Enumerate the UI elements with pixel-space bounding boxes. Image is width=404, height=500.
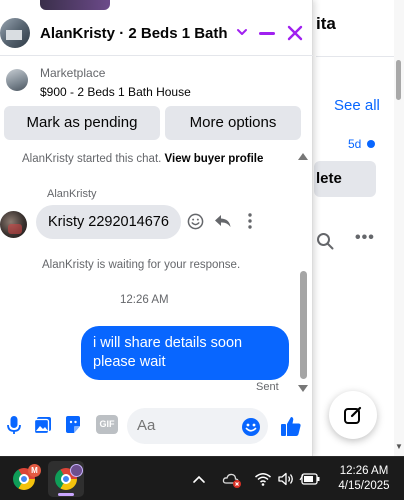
compose-icon xyxy=(344,406,362,424)
profile-badge: M xyxy=(28,464,41,477)
message-scrollbar-thumb[interactable] xyxy=(300,271,307,379)
outgoing-message[interactable]: i will share details soon please wait xyxy=(81,326,289,380)
more-options-icon[interactable]: ••• xyxy=(355,229,375,247)
listing-name[interactable]: $900 - 2 Beds 1 Bath House xyxy=(40,85,191,99)
more-options-button[interactable]: More options xyxy=(165,106,301,140)
photo-icon[interactable] xyxy=(33,414,53,436)
waiting-notice: AlanKristy is waiting for your response. xyxy=(42,259,241,271)
clock-time: 12:26 AM xyxy=(339,465,389,477)
reply-icon[interactable] xyxy=(214,213,232,229)
taskbar-chrome-app[interactable]: M xyxy=(6,461,42,497)
smiley-react-icon[interactable] xyxy=(187,213,204,230)
chevron-down-icon[interactable] xyxy=(234,24,250,40)
chat-started-text: AlanKristy started this chat. xyxy=(22,153,162,165)
chat-avatar[interactable] xyxy=(0,18,30,48)
avatar[interactable] xyxy=(0,211,27,238)
background-age: 5d xyxy=(348,137,362,151)
page-scroll-down-arrow[interactable]: ▼ xyxy=(395,442,403,451)
active-indicator xyxy=(58,493,74,496)
minimize-icon[interactable] xyxy=(259,32,275,35)
like-icon[interactable] xyxy=(280,415,302,437)
unread-dot xyxy=(367,140,375,148)
sticker-icon[interactable] xyxy=(63,414,83,436)
header-top-tab xyxy=(40,0,110,10)
chat-started-notice: AlanKristy started this chat. View buyer… xyxy=(22,153,263,165)
close-icon[interactable] xyxy=(286,24,304,42)
battery-icon[interactable] xyxy=(299,470,321,488)
background-divider xyxy=(316,56,396,57)
sent-status: Sent xyxy=(256,381,279,393)
view-buyer-profile-link[interactable]: View buyer profile xyxy=(165,153,264,165)
scroll-down-arrow[interactable] xyxy=(298,385,308,392)
message-composer: GIF xyxy=(0,402,313,448)
profile-badge xyxy=(70,464,83,477)
background-delete-label: lete xyxy=(316,170,342,187)
background-title: ita xyxy=(316,14,336,33)
message-list[interactable]: AlanKristy started this chat. View buyer… xyxy=(0,150,313,396)
new-message-button[interactable] xyxy=(329,391,377,439)
mark-as-pending-button[interactable]: Mark as pending xyxy=(4,106,160,140)
background-delete-button[interactable]: lete xyxy=(314,161,376,197)
incoming-message[interactable]: Kristy 2292014676 xyxy=(36,205,181,239)
clock-date: 4/15/2025 xyxy=(338,480,390,492)
scroll-up-arrow[interactable] xyxy=(298,153,308,160)
microphone-icon[interactable] xyxy=(4,414,24,436)
listing-source: Marketplace xyxy=(40,66,106,80)
system-clock[interactable]: 12:26 AM 4/15/2025 xyxy=(332,464,396,494)
cloud-error-icon[interactable] xyxy=(222,470,242,488)
listing-thumbnail[interactable] xyxy=(6,69,28,91)
wifi-icon[interactable] xyxy=(254,470,272,488)
message-scrollbar[interactable] xyxy=(298,153,310,393)
sender-name: AlanKristy xyxy=(47,188,97,200)
message-timestamp: 12:26 AM xyxy=(120,294,169,306)
search-icon[interactable] xyxy=(316,232,334,250)
chat-header[interactable]: AlanKristy · 2 Beds 1 Bath … xyxy=(0,0,313,56)
taskbar-chrome-app-active[interactable] xyxy=(48,461,84,497)
chat-window: AlanKristy · 2 Beds 1 Bath … Marketplace… xyxy=(0,0,313,456)
chevron-up-icon[interactable] xyxy=(192,470,206,488)
message-more-icon[interactable] xyxy=(246,212,254,230)
listing-card[interactable]: Marketplace $900 - 2 Beds 1 Bath House M… xyxy=(0,57,313,153)
emoji-icon[interactable] xyxy=(241,417,261,437)
page-scrollbar-thumb[interactable] xyxy=(396,60,401,100)
volume-icon[interactable] xyxy=(277,470,295,488)
chat-title[interactable]: AlanKristy · 2 Beds 1 Bath … xyxy=(40,25,230,42)
taskbar: M 12:26 AM 4/15/2025 xyxy=(0,456,404,500)
see-all-link[interactable]: See all xyxy=(334,97,380,114)
gif-icon[interactable]: GIF xyxy=(96,415,118,434)
